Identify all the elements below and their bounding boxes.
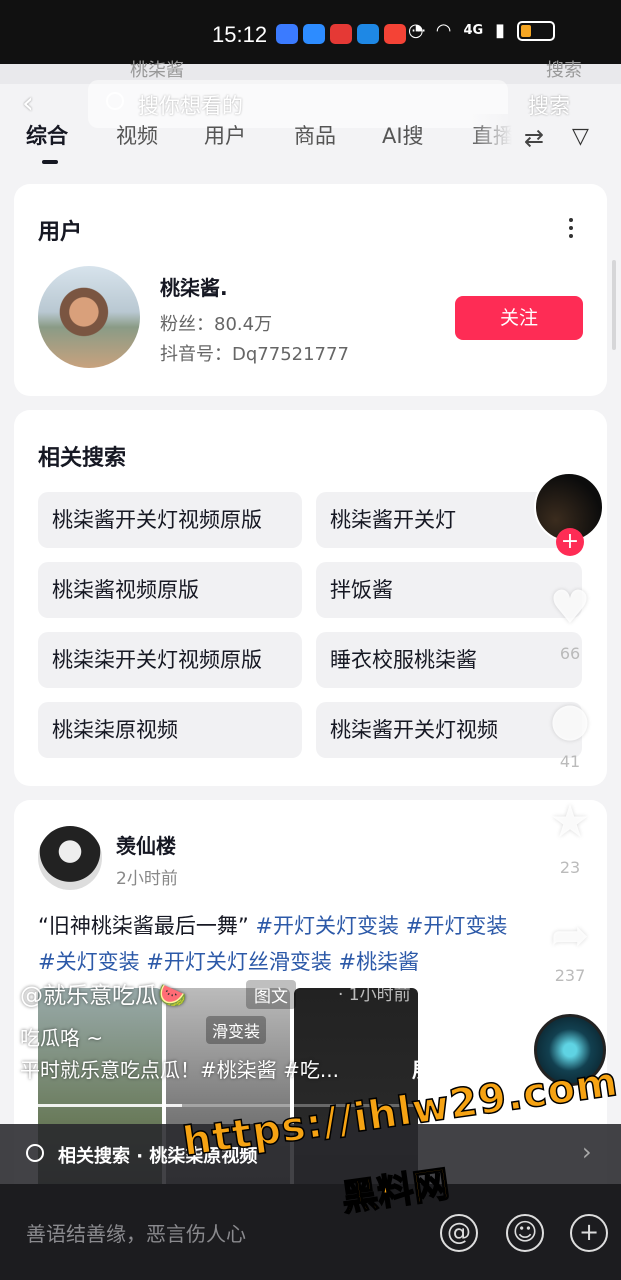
related-search-item[interactable]: 桃柒柒原视频 xyxy=(38,702,302,758)
comment-input[interactable]: 善语结善缘，恶言伤人心 xyxy=(26,1218,246,1247)
related-search-item[interactable]: 桃柒酱开关灯视频原版 xyxy=(38,492,302,548)
wifi-icon: ◠ xyxy=(435,20,452,41)
tab-ai-search[interactable]: AI搜 xyxy=(382,120,424,150)
mention-icon[interactable]: @ xyxy=(440,1214,478,1252)
post-author-name[interactable]: 羡仙楼 xyxy=(116,830,176,859)
post-tags-line1[interactable]: #开灯关灯变装 #开灯变装 xyxy=(255,914,507,938)
battery-icon xyxy=(517,20,556,41)
user-section-title: 用户 xyxy=(38,220,83,245)
more-options-icon[interactable] xyxy=(568,216,574,240)
chevron-right-icon: › xyxy=(582,1138,592,1166)
notification-icons: ··· xyxy=(276,23,426,44)
app-notification-icon xyxy=(276,24,298,44)
like-heart-icon[interactable]: ♥ xyxy=(540,580,600,634)
video-progress-fill xyxy=(20,1104,183,1107)
network-label: 4G xyxy=(463,23,484,38)
add-icon[interactable]: + xyxy=(570,1214,608,1252)
post-tags-line2[interactable]: #关灯变装 #开灯关灯丝滑变装 #桃柒酱 xyxy=(38,950,419,974)
follow-button[interactable]: 关注 xyxy=(455,296,583,340)
user-name[interactable]: 桃柒酱. xyxy=(160,272,228,301)
user-avatar[interactable] xyxy=(38,266,140,368)
tab-video[interactable]: 视频 xyxy=(116,120,158,150)
comment-bubble-icon[interactable]: ● xyxy=(540,692,600,746)
user-fans: 粉丝：80.4万 xyxy=(160,314,273,335)
swap-icon[interactable]: ⇄ xyxy=(524,124,544,152)
video-author[interactable]: @就乐意吃瓜🍉 xyxy=(20,976,187,1010)
video-caption-line1: 吃瓜咯 ~ xyxy=(20,1026,104,1050)
tab-users[interactable]: 用户 xyxy=(204,120,246,150)
comment-bar: 善语结善缘，恶言伤人心 @ ☺ + xyxy=(0,1184,621,1280)
related-section-title: 相关搜索 xyxy=(38,446,127,471)
signal-icon: ▮ xyxy=(495,20,506,41)
message-notification-icon xyxy=(303,24,325,44)
shop-notification-icon xyxy=(384,24,406,44)
news-notification-icon xyxy=(330,24,352,44)
favorite-star-icon[interactable]: ★ xyxy=(540,794,600,848)
post-author-avatar[interactable] xyxy=(38,826,102,890)
share-arrow-icon[interactable]: ➦ xyxy=(540,908,600,962)
scrollbar[interactable] xyxy=(612,260,616,350)
comment-count: 41 xyxy=(559,752,581,771)
image-badge: 滑变装 xyxy=(206,1016,267,1044)
post-time: 2小时前 xyxy=(116,869,178,889)
search-tabs: 综合 视频 用户 商品 AI搜 直播 ⇄ ▽ xyxy=(0,114,621,174)
content-type-tag: 图文 xyxy=(246,980,296,1009)
status-bar: 15:12 ··· ◔ ◠ 4G ▮ xyxy=(0,0,621,64)
tab-all[interactable]: 综合 xyxy=(26,120,68,150)
related-searches-card: 相关搜索 桃柒酱开关灯视频原版 桃柒酱开关灯 桃柒酱视频原版 拌饭酱 桃柒柒开关… xyxy=(14,410,607,786)
tab-products[interactable]: 商品 xyxy=(294,120,336,150)
search-icon xyxy=(26,1144,44,1162)
tabs-fade xyxy=(470,114,530,164)
post-quote: “旧神桃柒酱最后一舞” xyxy=(38,914,249,938)
speed-icon: ◔ xyxy=(408,20,424,41)
user-result-card: 用户 桃柒酱. 粉丝：80.4万 抖音号：Dq77521777 关注 xyxy=(14,184,607,396)
filter-icon[interactable]: ▽ xyxy=(572,124,589,149)
active-tab-indicator xyxy=(42,160,58,164)
like-count: 66 xyxy=(559,644,581,663)
share-count: 237 xyxy=(554,966,586,985)
emoji-icon[interactable]: ☺ xyxy=(506,1214,544,1252)
browser-notification-icon xyxy=(357,24,379,44)
search-icon xyxy=(106,92,124,110)
expand-caption-button[interactable]: 展开 xyxy=(412,1054,452,1083)
video-caption-line2: 平时就乐意吃点瓜！#桃柒酱 #吃... xyxy=(20,1058,339,1082)
related-search-item[interactable]: 桃柒酱视频原版 xyxy=(38,562,302,618)
related-search-item[interactable]: 桃柒柒开关灯视频原版 xyxy=(38,632,302,688)
status-right: ◔ ◠ 4G ▮ xyxy=(408,20,556,41)
video-time: · 1小时前 xyxy=(338,985,411,1005)
post-text[interactable]: “旧神桃柒酱最后一舞” #开灯关灯变装 #开灯变装 #关灯变装 #开灯关灯丝滑变… xyxy=(38,908,598,980)
user-douyin-id: 抖音号：Dq77521777 xyxy=(160,344,349,365)
video-action-rail: + ♥ 66 ● 41 ★ 23 ➦ 237 xyxy=(532,472,612,1152)
follow-plus-icon[interactable]: + xyxy=(556,528,584,556)
favorite-count: 23 xyxy=(559,858,581,877)
status-time: 15:12 xyxy=(212,22,268,47)
